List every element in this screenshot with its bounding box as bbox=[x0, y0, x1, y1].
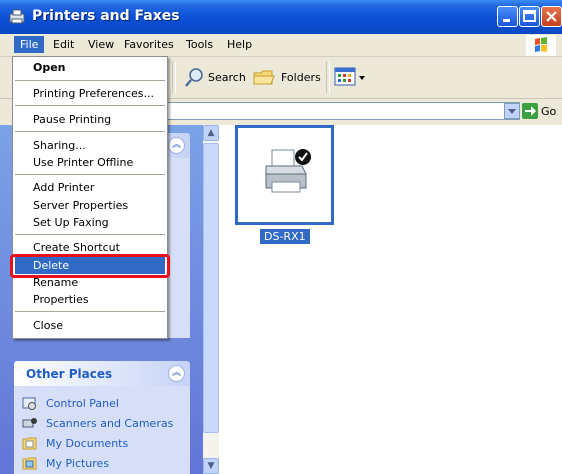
place-label: Scanners and Cameras bbox=[46, 417, 174, 430]
minimize-icon bbox=[503, 19, 510, 22]
menu-tools[interactable]: Tools bbox=[186, 38, 213, 51]
address-dropdown-button[interactable] bbox=[504, 103, 520, 119]
menu-separator bbox=[15, 80, 165, 81]
other-places-body: Control Panel Scanners and Cameras My Do… bbox=[14, 386, 190, 474]
minimize-button[interactable] bbox=[497, 6, 518, 27]
menu-separator bbox=[15, 234, 165, 235]
printer-folder-icon bbox=[9, 9, 25, 24]
menu-item-printing-preferences[interactable]: Printing Preferences... bbox=[33, 87, 154, 100]
menu-edit[interactable]: Edit bbox=[53, 38, 74, 51]
search-icon bbox=[185, 68, 203, 87]
collapse-chevron-icon[interactable]: ︽ bbox=[168, 137, 185, 154]
printer-item[interactable]: DS-RX1 bbox=[235, 125, 334, 255]
views-button[interactable] bbox=[334, 66, 368, 88]
menu-view[interactable]: View bbox=[88, 38, 114, 51]
menu-item-use-printer-offline[interactable]: Use Printer Offline bbox=[33, 156, 133, 169]
folders-label: Folders bbox=[281, 71, 321, 84]
scroll-thumb[interactable] bbox=[203, 143, 219, 433]
folders-button[interactable]: Folders bbox=[252, 65, 322, 89]
views-grid-icon bbox=[334, 67, 365, 86]
address-input[interactable]: s bbox=[150, 102, 520, 120]
chevron-down-icon bbox=[508, 109, 516, 114]
place-label: Control Panel bbox=[46, 397, 119, 410]
menu-separator bbox=[15, 174, 165, 175]
control-panel-icon bbox=[22, 397, 36, 410]
go-arrow-icon bbox=[525, 106, 536, 116]
delete-highlight-outline bbox=[10, 254, 170, 278]
menu-separator bbox=[15, 131, 165, 132]
file-menu-dropdown: Open Printing Preferences... Pause Print… bbox=[12, 56, 168, 339]
default-printer-icon bbox=[265, 149, 311, 193]
place-label: My Documents bbox=[46, 437, 129, 450]
menu-separator bbox=[15, 105, 165, 106]
menu-item-create-shortcut[interactable]: Create Shortcut bbox=[33, 241, 120, 254]
menu-item-sharing[interactable]: Sharing... bbox=[33, 139, 86, 152]
printers-and-faxes-window: Printers and Faxes File Edit View Favori… bbox=[0, 0, 562, 474]
folder-documents-icon bbox=[22, 437, 37, 450]
go-button[interactable] bbox=[522, 103, 538, 119]
search-button[interactable]: Search bbox=[184, 65, 248, 89]
menu-item-close[interactable]: Close bbox=[33, 319, 63, 332]
maximize-icon bbox=[523, 10, 536, 22]
menu-item-server-properties[interactable]: Server Properties bbox=[33, 199, 128, 212]
collapse-chevron-icon[interactable]: ︽ bbox=[168, 365, 185, 382]
menu-item-set-up-faxing[interactable]: Set Up Faxing bbox=[33, 216, 109, 229]
menu-file[interactable]: File bbox=[14, 36, 45, 53]
menu-item-pause-printing[interactable]: Pause Printing bbox=[33, 113, 111, 126]
scanner-camera-icon bbox=[22, 418, 37, 428]
windows-logo-icon bbox=[526, 35, 556, 56]
printer-name: DS-RX1 bbox=[260, 229, 310, 244]
maximize-button[interactable] bbox=[519, 6, 540, 27]
search-label: Search bbox=[208, 71, 246, 84]
menu-separator bbox=[15, 311, 165, 312]
folder-icon bbox=[253, 70, 275, 85]
other-places-title: Other Places bbox=[26, 367, 113, 381]
other-places-header[interactable]: Other Places ︽ bbox=[14, 361, 190, 386]
menu-help[interactable]: Help bbox=[227, 38, 252, 51]
printer-item-selection-frame bbox=[235, 125, 334, 225]
menu-item-add-printer[interactable]: Add Printer bbox=[33, 181, 94, 194]
menu-favorites[interactable]: Favorites bbox=[124, 38, 174, 51]
window-title: Printers and Faxes bbox=[32, 8, 180, 24]
printer-list-area: DS-RX1 bbox=[219, 125, 562, 474]
scroll-down-button[interactable]: ▼ bbox=[203, 458, 219, 474]
menu-bar: File Edit View Favorites Tools Help bbox=[0, 34, 562, 57]
go-label[interactable]: Go bbox=[541, 105, 556, 118]
toolbar-separator bbox=[172, 61, 176, 93]
close-icon bbox=[546, 11, 557, 22]
menu-item-open[interactable]: Open bbox=[33, 61, 66, 74]
close-button[interactable] bbox=[541, 6, 562, 27]
toolbar-separator bbox=[326, 61, 330, 93]
scroll-up-button[interactable]: ▲ bbox=[203, 125, 219, 141]
folder-pictures-icon bbox=[22, 457, 37, 470]
title-bar[interactable]: Printers and Faxes bbox=[0, 0, 562, 34]
task-pane-scrollbar[interactable]: ▲ ▼ bbox=[203, 125, 219, 474]
place-label: My Pictures bbox=[46, 457, 110, 470]
menu-item-properties[interactable]: Properties bbox=[33, 293, 89, 306]
